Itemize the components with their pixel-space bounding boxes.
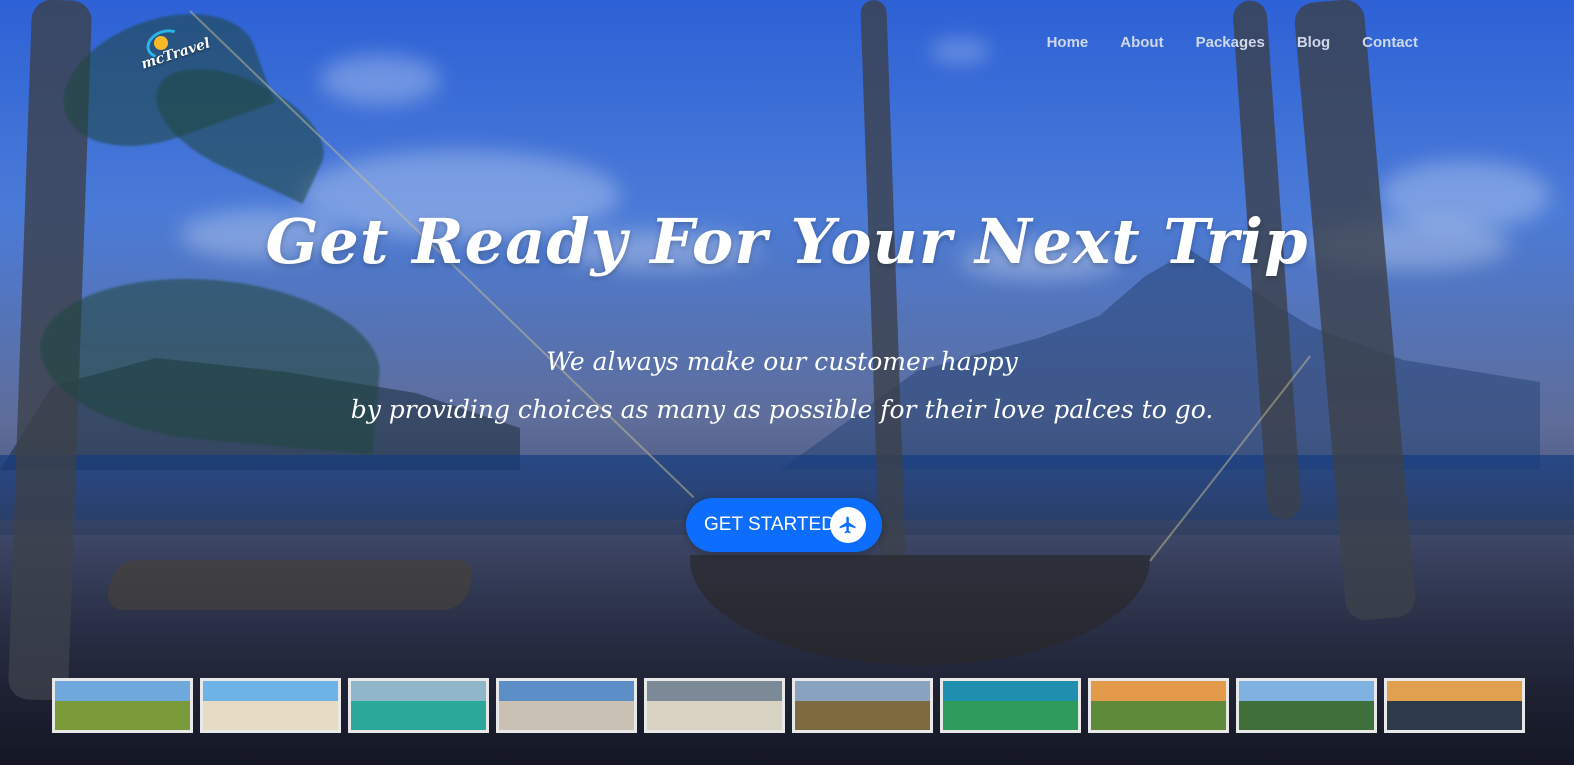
get-started-label: GET STARTED [704, 514, 835, 535]
thumbnail-land [943, 700, 1078, 730]
thumbnail-cove-boat[interactable] [644, 678, 785, 733]
destination-thumbnails [52, 678, 1525, 733]
hero-title: Get Ready For Your Next Trip [265, 205, 1309, 278]
hero-subtitle-line2: by providing choices as many as possible… [350, 395, 1214, 424]
airplane-icon [830, 507, 866, 543]
thumbnail-land [499, 700, 634, 730]
thumbnail-lighthouse[interactable] [496, 678, 637, 733]
thumbnail-land [1239, 700, 1374, 730]
thumbnail-rice-terraces[interactable] [52, 678, 193, 733]
thumbnail-land [55, 700, 190, 730]
nav-contact[interactable]: Contact [1362, 34, 1418, 51]
brand-logo[interactable]: mcTravel [139, 22, 212, 73]
thumbnail-land [795, 700, 930, 730]
nav-packages[interactable]: Packages [1196, 34, 1265, 51]
site-header: mcTravel Home About Packages Blog Contac… [0, 0, 1574, 90]
thumbnail-green-hills[interactable] [1236, 678, 1377, 733]
thumbnail-volcano-sunset[interactable] [1088, 678, 1229, 733]
thumbnail-sunset-shore[interactable] [1384, 678, 1525, 733]
thumbnail-land [1091, 700, 1226, 730]
thumbnail-lagoon-cliffs[interactable] [348, 678, 489, 733]
thumbnail-land [203, 700, 338, 730]
main-nav: Home About Packages Blog Contact [1047, 34, 1418, 51]
nav-blog[interactable]: Blog [1297, 34, 1330, 51]
thumbnail-reef-aerial[interactable] [940, 678, 1081, 733]
nav-home[interactable]: Home [1047, 34, 1089, 51]
hero-subtitle-line1: We always make our customer happy [546, 347, 1018, 376]
hero-background [0, 0, 1574, 765]
get-started-button[interactable]: GET STARTED [686, 498, 882, 552]
thumbnail-land [647, 700, 782, 730]
thumbnail-beach-palms[interactable] [200, 678, 341, 733]
thumbnail-land [351, 700, 486, 730]
nav-about[interactable]: About [1120, 34, 1163, 51]
thumbnail-land [1387, 700, 1522, 730]
thumbnail-chocolate-hills[interactable] [792, 678, 933, 733]
